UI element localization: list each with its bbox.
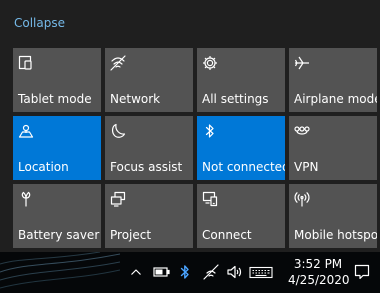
action-center-panel: Collapse Tablet mode Network All setting…	[0, 0, 380, 252]
mobile-hotspot-tile[interactable]: Mobile hotspot	[289, 184, 377, 248]
vpn-tile[interactable]: VPN	[289, 116, 377, 180]
connect-icon	[202, 191, 218, 207]
quick-actions-grid: Tablet mode Network All settings Airplan…	[13, 48, 378, 248]
mobile-hotspot-icon	[294, 191, 310, 207]
wifi-icon[interactable]	[203, 264, 219, 280]
bluetooth-label: Not connected	[202, 160, 285, 174]
tablet-mode-icon	[18, 55, 34, 71]
clock-date: 4/25/2020	[288, 273, 350, 287]
battery-saver-label: Battery saver	[18, 228, 100, 242]
project-label: Project	[110, 228, 152, 242]
vpn-icon	[294, 123, 310, 139]
keyboard-icon[interactable]	[249, 264, 273, 280]
wallpaper-lines	[0, 252, 120, 289]
all-settings-label: All settings	[202, 92, 269, 106]
project-icon	[110, 191, 126, 207]
screen: Collapse Tablet mode Network All setting…	[0, 0, 380, 293]
vpn-label: VPN	[294, 160, 319, 174]
collapse-link[interactable]: Collapse	[14, 15, 65, 31]
network-label: Network	[110, 92, 161, 106]
gear-icon	[202, 55, 218, 71]
network-tile[interactable]: Network	[105, 48, 193, 112]
location-tile[interactable]: Location	[13, 116, 101, 180]
battery-icon[interactable]	[153, 264, 171, 280]
bluetooth-icon	[202, 123, 218, 139]
location-label: Location	[18, 160, 69, 174]
focus-assist-tile[interactable]: Focus assist	[105, 116, 193, 180]
battery-saver-tile[interactable]: Battery saver	[13, 184, 101, 248]
all-settings-tile[interactable]: All settings	[197, 48, 285, 112]
taskbar: 3:52 PM 4/25/2020	[0, 252, 380, 293]
volume-icon[interactable]	[226, 264, 242, 280]
notification-icon[interactable]	[354, 264, 370, 280]
project-tile[interactable]: Project	[105, 184, 193, 248]
bluetooth-icon[interactable]	[180, 264, 190, 280]
taskbar-clock[interactable]: 3:52 PM 4/25/2020	[288, 256, 350, 288]
moon-icon	[110, 123, 126, 139]
connect-tile[interactable]: Connect	[197, 184, 285, 248]
focus-assist-label: Focus assist	[110, 160, 183, 174]
battery-saver-icon	[18, 191, 34, 207]
tablet-mode-label: Tablet mode	[18, 92, 92, 106]
bluetooth-tile[interactable]: Not connected	[197, 116, 285, 180]
connect-label: Connect	[202, 228, 252, 242]
chevron-up-icon[interactable]	[130, 264, 142, 280]
location-icon	[18, 123, 34, 139]
clock-time: 3:52 PM	[293, 257, 343, 271]
network-icon	[110, 55, 126, 71]
airplane-icon	[294, 55, 310, 71]
airplane-mode-tile[interactable]: Airplane mode	[289, 48, 377, 112]
tablet-mode-tile[interactable]: Tablet mode	[13, 48, 101, 112]
airplane-mode-label: Airplane mode	[294, 92, 377, 106]
mobile-hotspot-label: Mobile hotspot	[294, 228, 377, 242]
